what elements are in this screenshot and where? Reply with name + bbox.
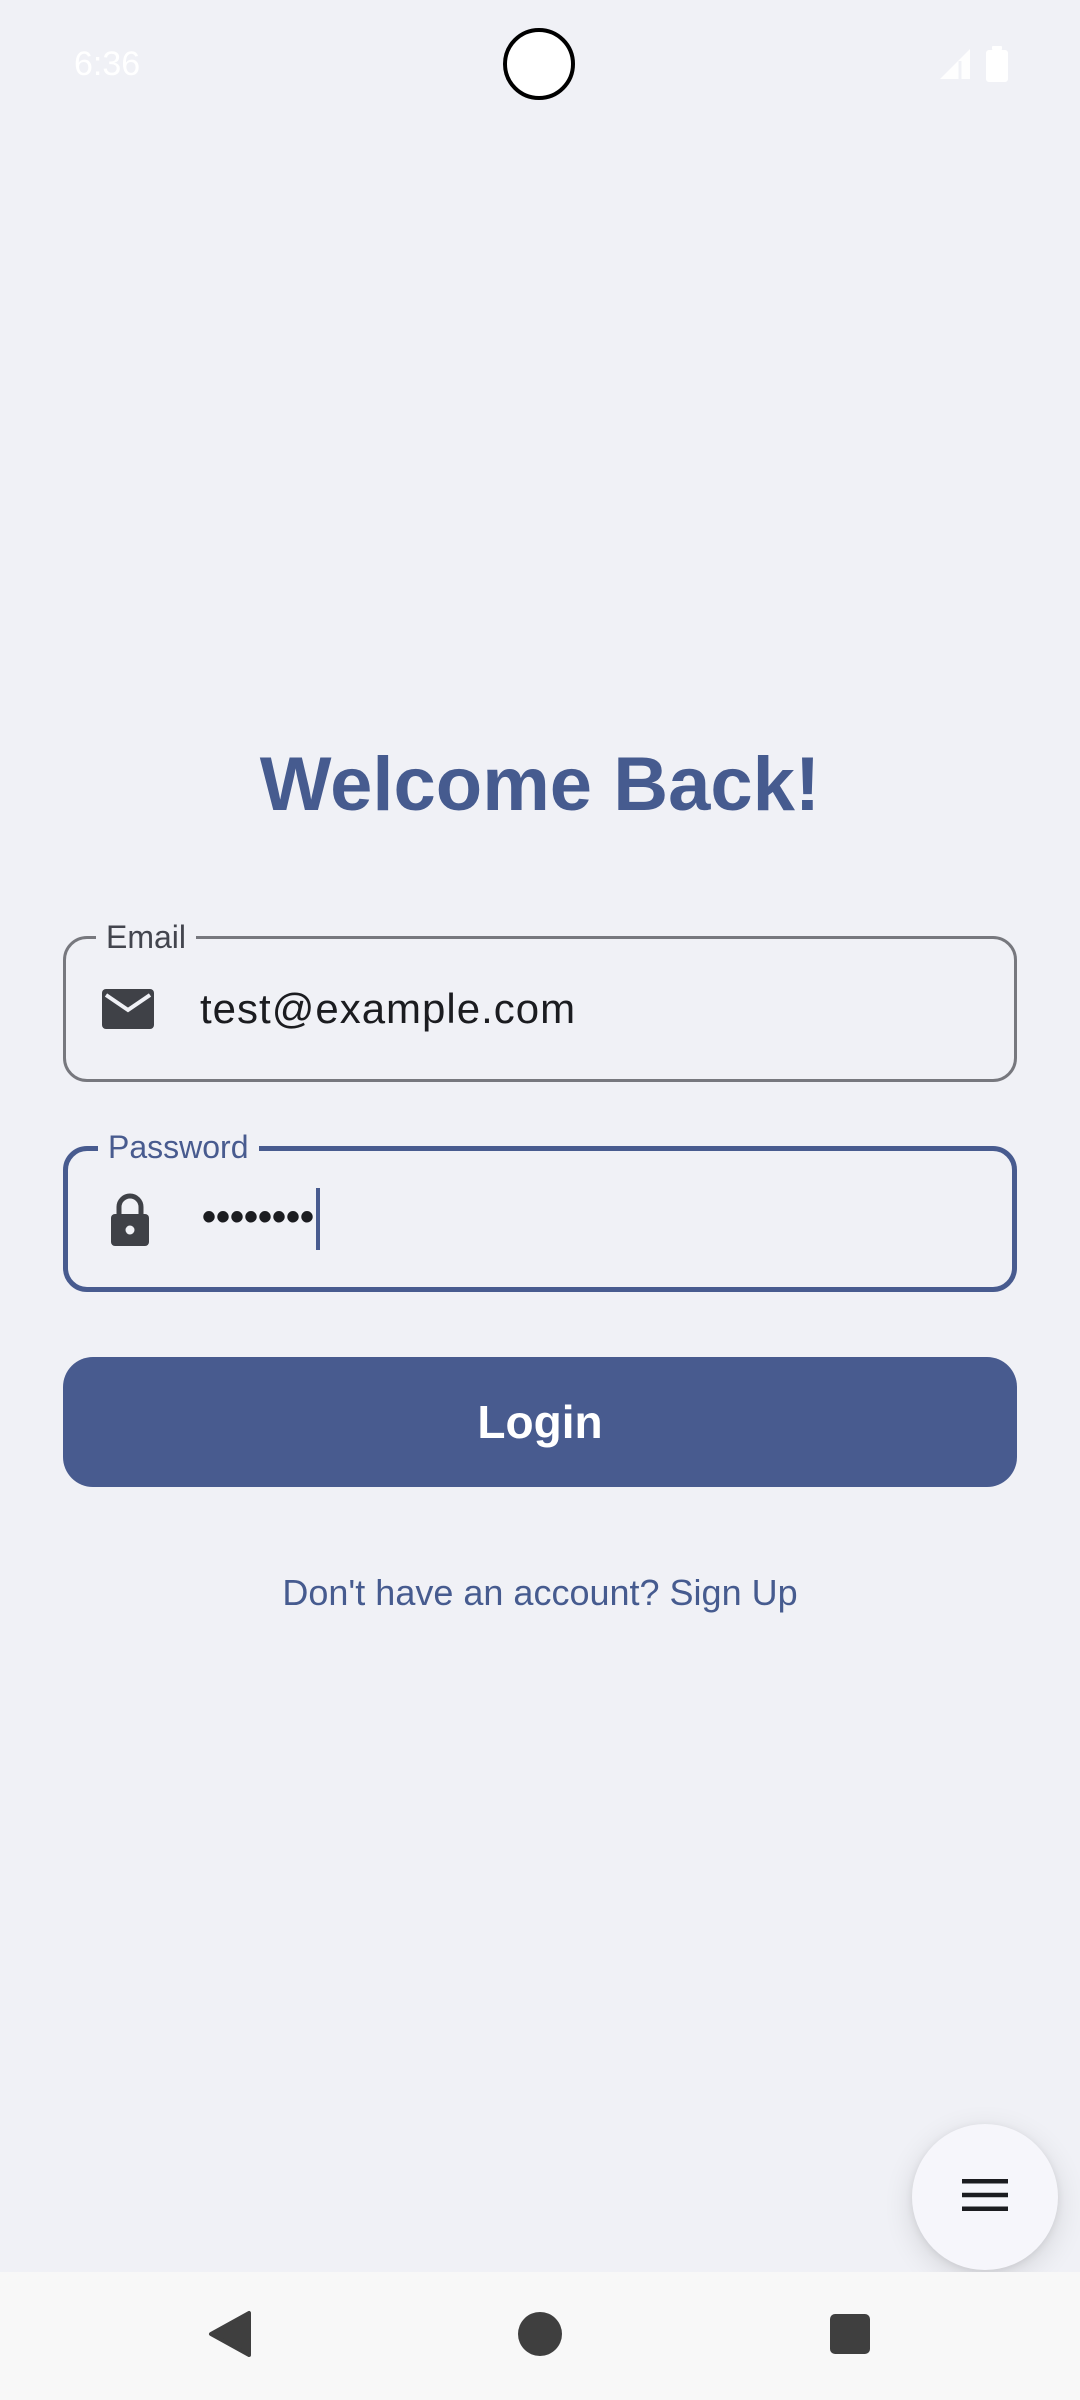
login-button[interactable]: Login xyxy=(63,1357,1017,1487)
email-label: Email xyxy=(96,917,197,957)
status-icons xyxy=(938,45,1008,87)
password-value-wrap: •••••••• xyxy=(202,1188,321,1250)
lock-icon xyxy=(102,1191,158,1247)
battery-icon xyxy=(986,45,1008,87)
menu-fab-button[interactable] xyxy=(912,2124,1058,2270)
status-bar: 6:36 xyxy=(0,0,1080,130)
page-title: Welcome Back! xyxy=(259,742,821,827)
nav-recents-button[interactable] xyxy=(820,2306,880,2366)
signup-link[interactable]: Don't have an account? Sign Up xyxy=(0,1568,1080,1618)
signal-icon xyxy=(938,47,972,86)
status-time: 6:36 xyxy=(74,45,141,83)
mail-icon xyxy=(100,981,156,1037)
text-caret xyxy=(316,1188,321,1250)
password-field[interactable]: Password •••••••• xyxy=(63,1127,1017,1292)
nav-home-button[interactable] xyxy=(510,2306,570,2366)
login-screen: 6:36 Welcome Back! Email test@example.co… xyxy=(0,0,1080,2400)
email-value: test@example.com xyxy=(200,985,577,1032)
menu-icon xyxy=(960,2175,1010,2220)
nav-back-button[interactable] xyxy=(200,2306,260,2366)
password-value: •••••••• xyxy=(202,1195,315,1240)
back-icon xyxy=(207,2309,253,2364)
password-label: Password xyxy=(98,1127,259,1167)
camera-cutout xyxy=(503,28,575,100)
email-field[interactable]: Email test@example.com xyxy=(63,917,1017,1082)
home-icon xyxy=(517,2311,563,2362)
recents-icon xyxy=(829,2313,871,2360)
navigation-bar xyxy=(0,2272,1080,2400)
